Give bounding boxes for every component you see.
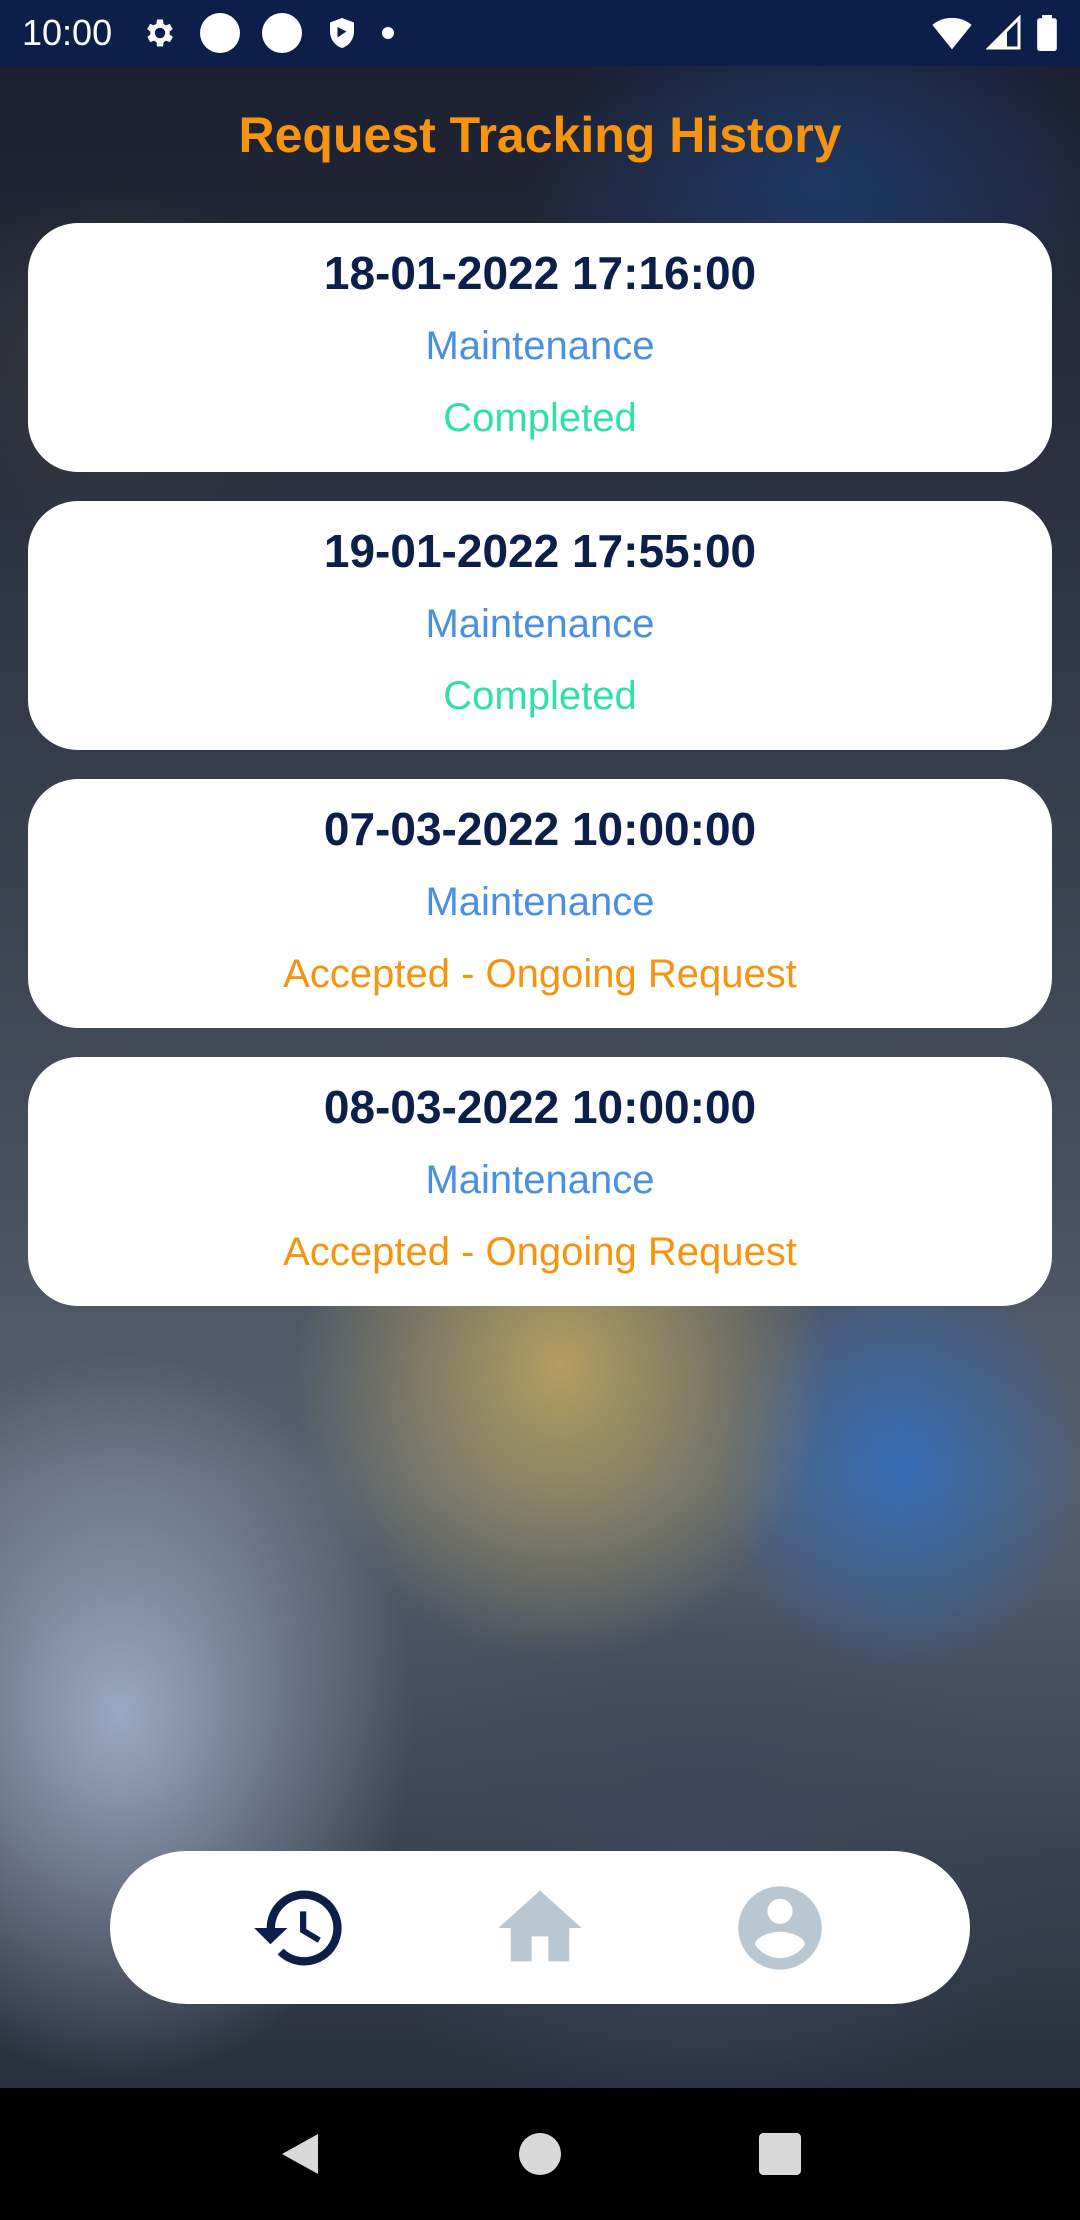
home-system-button[interactable] [510,2124,570,2184]
request-card[interactable]: 18-01-2022 17:16:00 Maintenance Complete… [28,223,1052,472]
request-type: Maintenance [425,324,655,368]
back-triangle-icon [282,2134,318,2174]
home-icon [498,1890,582,1961]
signal-icon [986,15,1021,50]
request-status: Completed [443,674,637,718]
status-bar: 10:00 [0,0,1080,66]
bottom-navigation [110,1851,970,2004]
status-time: 10:00 [22,12,113,53]
request-status: Accepted - Ongoing Request [283,952,797,996]
shield-icon [330,18,355,48]
recents-square-icon [759,2133,801,2175]
request-datetime: 19-01-2022 17:55:00 [323,525,757,577]
request-status: Completed [443,396,637,440]
request-card[interactable]: 07-03-2022 10:00:00 Maintenance Accepted… [28,779,1052,1028]
settings-icon [147,19,173,47]
request-status: Accepted - Ongoing Request [283,1230,797,1274]
nav-home-button[interactable] [485,1873,595,1983]
recents-button[interactable] [750,2124,810,2184]
profile-icon [738,1885,822,1970]
request-datetime: 08-03-2022 10:00:00 [323,1081,757,1133]
request-list: 18-01-2022 17:16:00 Maintenance Complete… [28,223,1052,1335]
nav-history-button[interactable] [245,1873,355,1983]
request-type: Maintenance [425,1158,655,1202]
back-button[interactable] [270,2124,330,2184]
wifi-icon [932,17,972,50]
home-circle-icon [519,2133,561,2175]
notification-circle-icon [200,13,241,53]
notification-circle-icon [262,13,303,53]
status-notification-icons [142,13,395,53]
request-card[interactable]: 08-03-2022 10:00:00 Maintenance Accepted… [28,1057,1052,1306]
nav-profile-button[interactable] [725,1873,835,1983]
page-title: Request Tracking History [238,107,842,163]
request-datetime: 07-03-2022 10:00:00 [323,803,757,855]
request-card[interactable]: 19-01-2022 17:55:00 Maintenance Complete… [28,501,1052,750]
battery-icon [1037,15,1057,51]
app-background: Request Tracking History 18-01-2022 17:1… [0,66,1080,2088]
more-notifications-dot-icon [382,27,395,39]
request-datetime: 18-01-2022 17:16:00 [323,247,757,299]
request-type: Maintenance [425,880,655,924]
request-type: Maintenance [425,602,655,646]
system-navigation-bar [0,2088,1080,2220]
status-system-icons [932,15,1058,51]
history-icon [254,1890,342,1965]
